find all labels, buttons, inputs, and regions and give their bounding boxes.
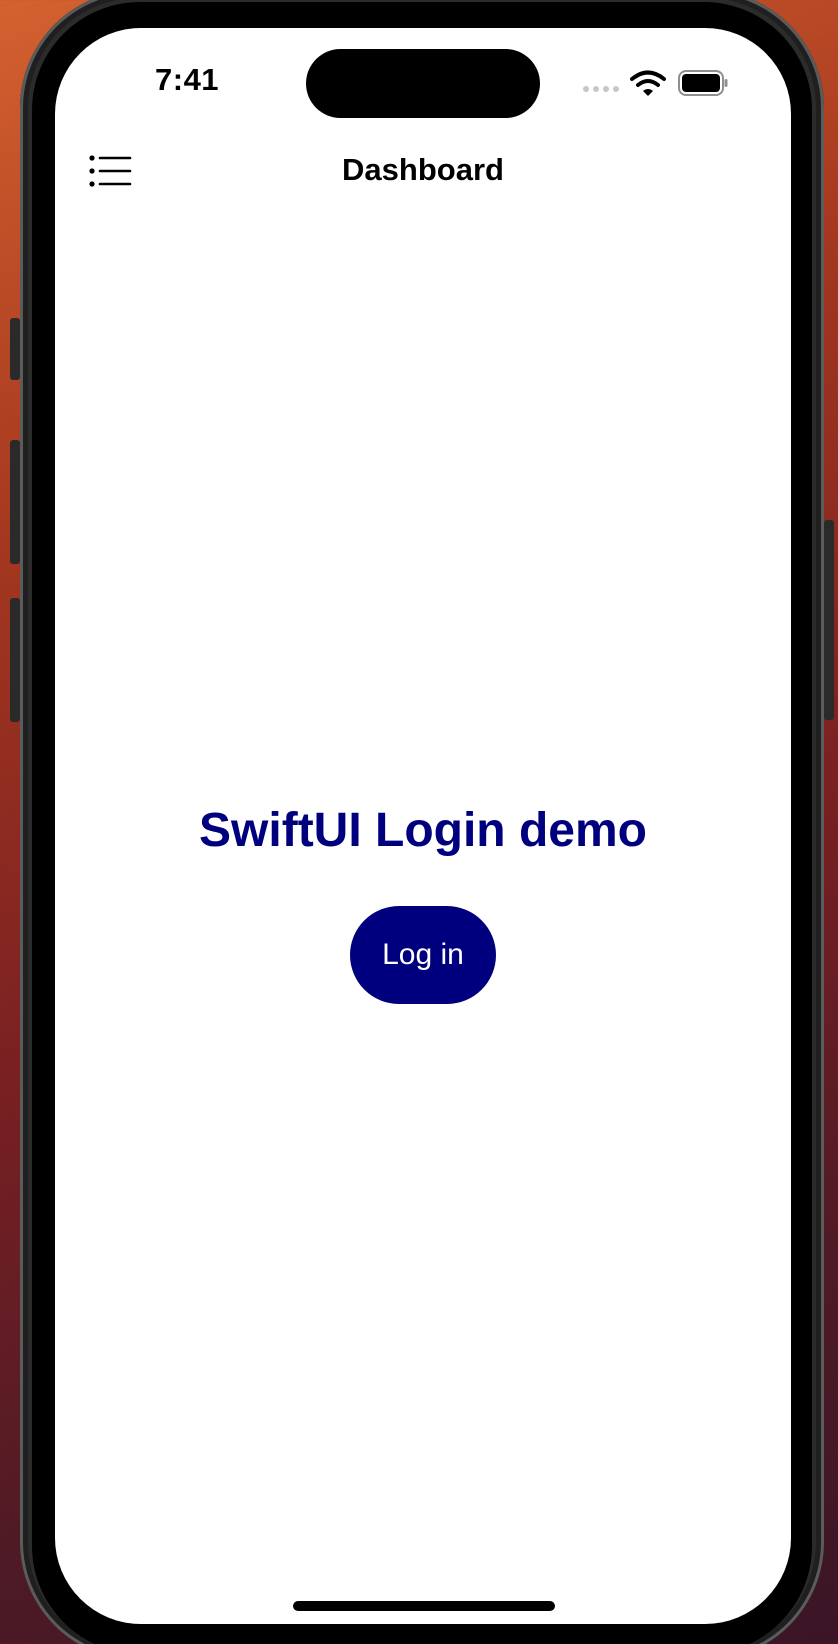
dynamic-island [306, 49, 540, 118]
wifi-icon [630, 70, 666, 96]
nav-title: Dashboard [342, 152, 504, 187]
battery-icon [678, 70, 728, 96]
login-button[interactable]: Log in [350, 906, 496, 1004]
volume-down-button [10, 598, 20, 722]
cellular-dots-icon [583, 86, 619, 92]
action-button [10, 318, 20, 380]
status-time: 7:41 [155, 62, 220, 97]
volume-up-button [10, 440, 20, 564]
device-screen: 7:41 Dashboard SwiftUI Login demo Log in [55, 28, 791, 1624]
home-indicator[interactable] [293, 1601, 555, 1611]
power-button [824, 520, 834, 720]
page-title: SwiftUI Login demo [199, 804, 647, 857]
